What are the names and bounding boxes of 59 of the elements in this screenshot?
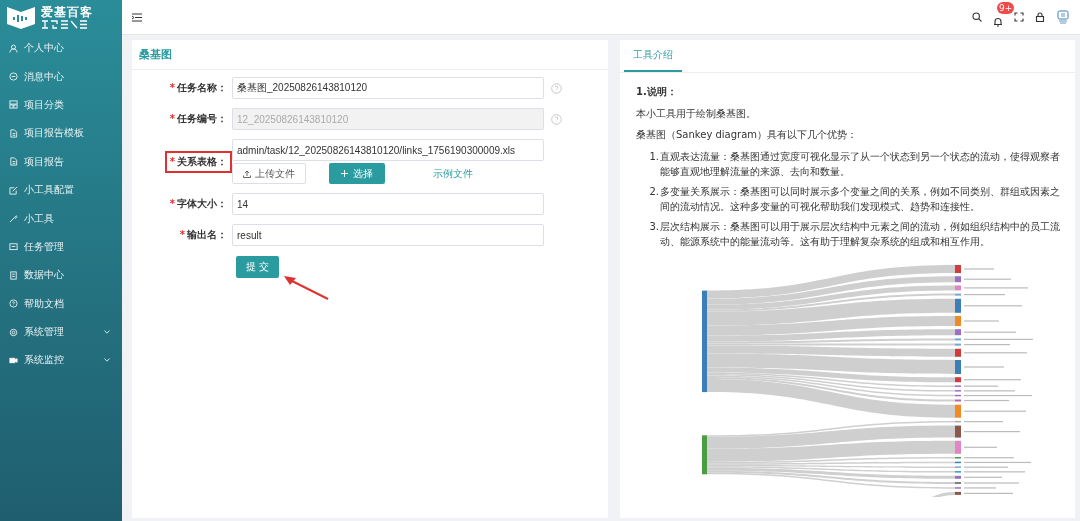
sidebar-item[interactable]: 项目分类 (0, 90, 122, 120)
input-field[interactable]: result (232, 224, 544, 246)
tab[interactable]: 工具介绍 (624, 40, 682, 72)
logo-icon (5, 4, 37, 30)
input-field[interactable]: 桑基图_20250826143810120 (232, 77, 544, 99)
grid-icon (9, 100, 18, 110)
list-icon (9, 270, 18, 280)
edit-icon (9, 185, 18, 195)
field-label: * 任务编号： (168, 112, 228, 126)
upload-icon (243, 169, 251, 178)
card-icon (9, 242, 18, 252)
wrench-icon (9, 214, 18, 224)
logo-text: 爱基百客 (41, 5, 93, 19)
list-number: 3. (648, 220, 660, 234)
list-number: 2. (648, 185, 660, 199)
list-item-text: 直观表达流量：桑基图通过宽度可视化显示了从一个状态到另一个状态的流动，使得观察者能够直观地理解流量的来源、去向和数量。 (660, 150, 1061, 179)
sidebar-item[interactable]: 帮助文档 (0, 289, 122, 318)
paragraph: 桑基图（Sankey diagram）具有以下几个优势： (636, 128, 859, 141)
section-heading: 1.说明： (636, 85, 678, 99)
paragraph: 本小工具用于绘制桑基图。 (636, 107, 757, 120)
sidebar-item[interactable]: 个人中心 (0, 34, 122, 63)
field-label: * 输出名： (178, 228, 228, 242)
sidebar-item[interactable]: 系统管理 (0, 317, 122, 347)
list-number: 1. (648, 150, 660, 164)
example-file-link[interactable]: 示例文件 (433, 166, 473, 181)
input-field[interactable]: admin/task/12_20250826143810120/links_1756190300009.xls (232, 139, 544, 161)
chat-icon (9, 72, 18, 82)
list-item-text: 层次结构展示：桑基图可以用于展示层次结构中元素之间的流动，例如组织结构中的员工流动、能源系统中的能量流动等。这有助于理解复杂系统的组成和相互作用。 (660, 220, 1061, 249)
menu-icon[interactable] (132, 12, 142, 22)
list-item-text: 多变量关系展示：桑基图可以同时展示多个变量之间的关系，例如不同类别、群组或因素之间的流动情况。这种多变量的可视化帮助我们发现模式、趋势和连接性。 (660, 185, 1061, 214)
upload-button[interactable]: 上传文件 (232, 163, 306, 184)
sidebar-item[interactable]: 项目报告模板 (0, 119, 122, 148)
sidebar-item[interactable]: 小工具 (0, 204, 122, 233)
input-field[interactable]: 14 (232, 193, 544, 215)
plus-icon (341, 170, 348, 177)
panel-title: 桑基图 (132, 40, 608, 70)
bell-icon[interactable] (993, 17, 1003, 27)
sidebar-item[interactable]: 小工具配置 (0, 175, 122, 205)
sidebar-item[interactable]: 系统监控 (0, 346, 122, 375)
video-camera-icon (9, 356, 18, 365)
sidebar-item[interactable]: 数据中心 (0, 261, 122, 290)
submit-button[interactable]: 提 交 (236, 256, 280, 278)
document-icon (9, 157, 18, 167)
settings-icon (9, 327, 18, 337)
logo-mark-icon (41, 19, 89, 29)
field-label: * 字体大小： (168, 197, 228, 211)
sidebar-item[interactable]: 任务管理 (0, 232, 122, 262)
document-icon (9, 128, 18, 138)
select-button[interactable]: 选择 (329, 163, 385, 184)
field-label: * 任务名称： (168, 81, 228, 95)
sidebar-item[interactable]: 消息中心 (0, 62, 122, 91)
sidebar-item[interactable]: 项目报告 (0, 147, 122, 176)
search-icon[interactable] (972, 12, 982, 22)
notification-badge: 9+ (997, 2, 1015, 14)
fullscreen-icon[interactable] (1014, 12, 1024, 22)
field-label: * 关系表格： (164, 150, 232, 173)
lock-icon[interactable] (1035, 12, 1045, 22)
help-icon (9, 299, 18, 309)
person-icon (9, 43, 18, 53)
